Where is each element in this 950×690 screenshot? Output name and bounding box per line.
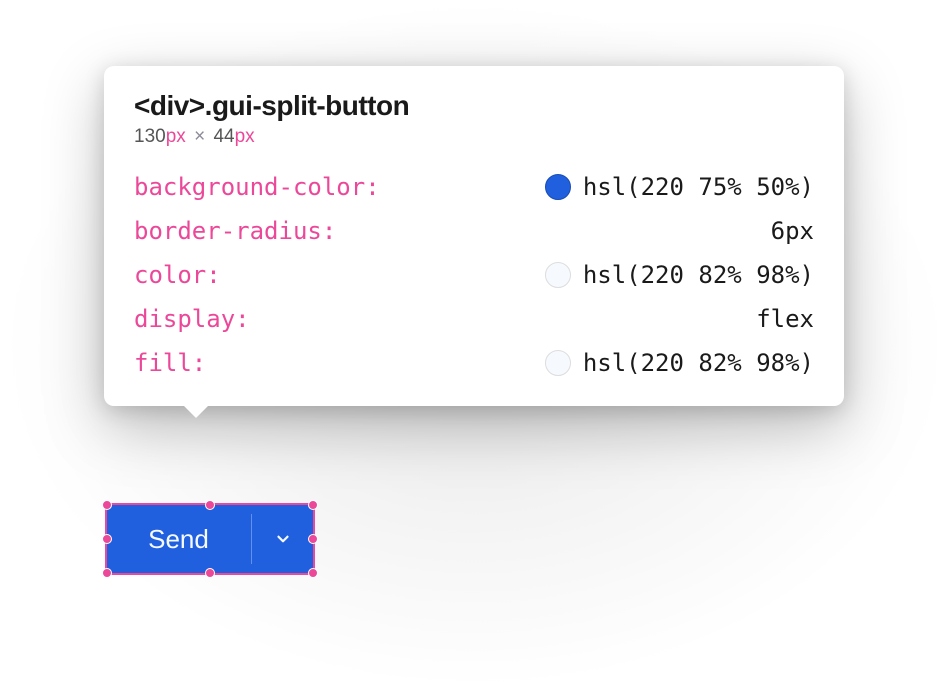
width-value: 130 [134, 126, 166, 147]
color-swatch-icon [545, 174, 571, 200]
property-name: background-color [134, 173, 365, 201]
property-value: 6px [771, 217, 814, 245]
property-value: hsl(220 82% 98%) [583, 349, 814, 377]
devtools-tooltip: <div>.gui-split-button 130px × 44px back… [104, 66, 844, 406]
width-unit: px [166, 126, 186, 147]
dropdown-button[interactable] [252, 504, 314, 574]
send-button[interactable]: Send [106, 504, 251, 574]
color-swatch-icon [545, 262, 571, 288]
property-row-fill: fill: hsl(220 82% 98%) [134, 346, 814, 380]
tooltip-header: <div>.gui-split-button 130px × 44px [134, 90, 814, 148]
color-swatch-icon [545, 350, 571, 376]
element-class: .gui-split-button [205, 90, 410, 121]
property-row-background-color: background-color: hsl(220 75% 50%) [134, 170, 814, 204]
property-value: flex [756, 305, 814, 333]
property-row-border-radius: border-radius: 6px [134, 214, 814, 248]
css-properties-list: background-color: hsl(220 75% 50%) borde… [134, 170, 814, 380]
height-unit: px [235, 126, 255, 147]
height-value: 44 [213, 126, 234, 147]
gui-split-button[interactable]: Send [106, 504, 314, 574]
element-dimensions: 130px × 44px [134, 126, 814, 148]
property-row-color: color: hsl(220 82% 98%) [134, 258, 814, 292]
property-row-display: display: flex [134, 302, 814, 336]
property-name: color [134, 261, 206, 289]
property-name: fill [134, 349, 192, 377]
element-selector: <div>.gui-split-button [134, 90, 814, 122]
element-tag: <div> [134, 90, 205, 121]
property-value: hsl(220 75% 50%) [583, 173, 814, 201]
property-value: hsl(220 82% 98%) [583, 261, 814, 289]
property-name: border-radius [134, 217, 322, 245]
dimension-separator: × [194, 126, 205, 147]
split-button-selection: Send [106, 504, 314, 574]
chevron-down-icon [274, 530, 292, 548]
property-name: display [134, 305, 235, 333]
